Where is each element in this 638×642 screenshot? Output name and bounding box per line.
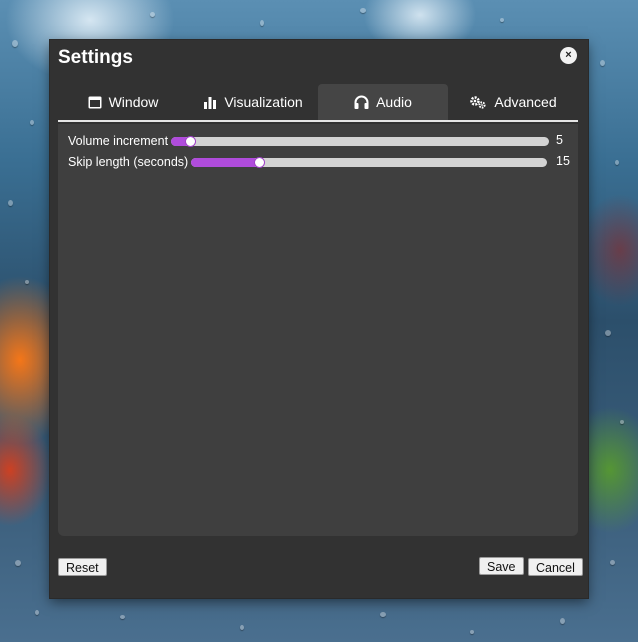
close-button[interactable]: × — [560, 47, 577, 64]
raindrop — [620, 420, 624, 424]
tab-window[interactable]: Window — [58, 84, 188, 120]
tab-label: Audio — [376, 94, 412, 110]
settings-dialog: Settings × Window Visualization Audio Ad… — [50, 40, 588, 598]
raindrop — [150, 12, 155, 17]
tab-audio[interactable]: Audio — [318, 84, 448, 120]
audio-settings-panel: Volume increment 5 Skip length (seconds)… — [58, 124, 578, 536]
dialog-title: Settings — [58, 47, 133, 68]
raindrop — [360, 8, 366, 13]
raindrop — [500, 18, 504, 22]
save-button[interactable]: Save — [479, 557, 524, 575]
headphones-icon — [354, 95, 369, 109]
volume-increment-label: Volume increment — [68, 134, 169, 148]
raindrop — [605, 330, 611, 336]
raindrop — [615, 160, 619, 165]
bar-chart-icon — [204, 96, 217, 109]
tab-label: Visualization — [224, 94, 303, 110]
raindrop — [470, 630, 474, 634]
close-icon: × — [565, 49, 572, 61]
skip-length-thumb[interactable] — [253, 156, 265, 168]
tab-visualization[interactable]: Visualization — [188, 84, 318, 120]
raindrop — [610, 560, 615, 565]
skip-length-slider[interactable] — [191, 156, 548, 168]
raindrop — [8, 200, 13, 206]
volume-increment-thumb[interactable] — [184, 135, 196, 147]
tab-advanced[interactable]: Advanced — [448, 84, 578, 120]
tab-label: Advanced — [494, 94, 557, 110]
cancel-button[interactable]: Cancel — [528, 558, 583, 576]
raindrop — [380, 612, 386, 617]
raindrop — [12, 40, 18, 47]
raindrop — [600, 60, 605, 66]
tab-label: Window — [108, 94, 159, 110]
gears-icon — [470, 96, 486, 109]
raindrop — [35, 610, 39, 615]
skip-length-row: Skip length (seconds) — [68, 154, 548, 170]
raindrop — [120, 615, 125, 619]
skip-length-value: 15 — [556, 154, 570, 168]
skip-length-label: Skip length (seconds) — [68, 155, 189, 169]
volume-increment-row: Volume increment — [68, 133, 550, 149]
raindrop — [30, 120, 34, 125]
skip-length-fill — [191, 157, 259, 167]
raindrop — [240, 625, 244, 630]
window-icon — [88, 96, 102, 108]
reset-button[interactable]: Reset — [58, 558, 107, 576]
raindrop — [560, 618, 565, 624]
tab-bar: Window Visualization Audio Advanced — [58, 84, 578, 122]
raindrop — [25, 280, 29, 284]
volume-increment-slider[interactable] — [171, 135, 550, 147]
raindrop — [15, 560, 21, 566]
volume-increment-value: 5 — [556, 133, 563, 147]
raindrop — [260, 20, 264, 26]
